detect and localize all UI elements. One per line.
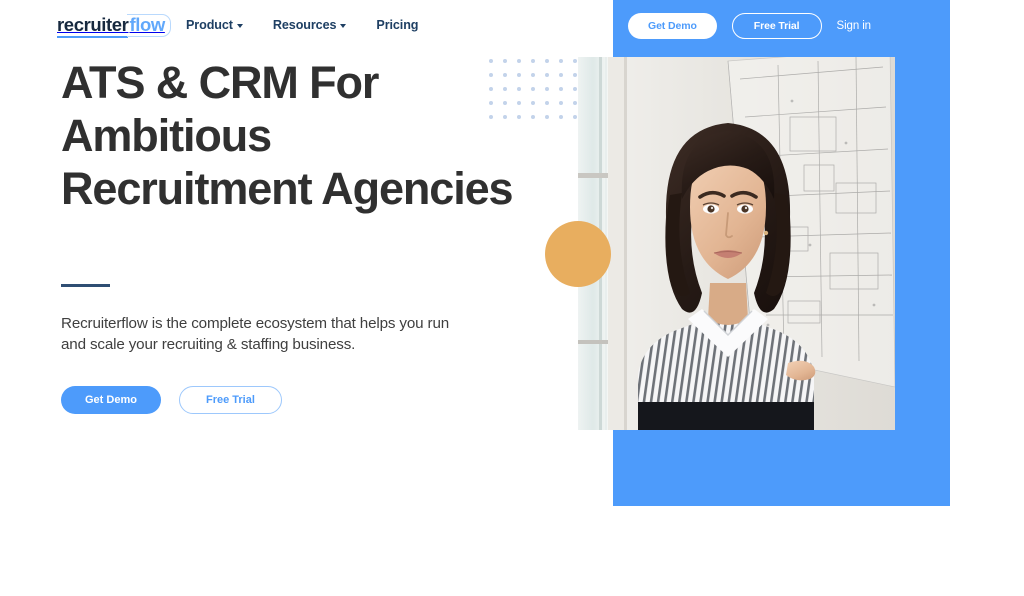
dot bbox=[530, 59, 536, 64]
hero-headline: ATS & CRM For Ambitious Recruitment Agen… bbox=[61, 57, 514, 214]
hero-free-trial-button[interactable]: Free Trial bbox=[178, 386, 282, 414]
header-get-demo-button[interactable]: Get Demo bbox=[628, 13, 717, 39]
nav-item-pricing[interactable]: Pricing bbox=[376, 18, 418, 32]
dot bbox=[544, 86, 550, 92]
dot bbox=[530, 114, 536, 120]
dot bbox=[544, 100, 550, 106]
dot bbox=[558, 86, 564, 92]
brand-logo[interactable]: recruiter flow bbox=[57, 13, 171, 38]
dot bbox=[558, 100, 564, 106]
hero-divider bbox=[61, 284, 110, 287]
dot bbox=[572, 59, 578, 64]
dot bbox=[530, 100, 536, 106]
header-actions: Get Demo Free Trial Sign in bbox=[628, 13, 871, 39]
nav-item-resources-label: Resources bbox=[272, 18, 337, 32]
sign-in-link[interactable]: Sign in bbox=[837, 20, 872, 32]
chevron-down-icon bbox=[236, 24, 243, 28]
dot bbox=[572, 86, 578, 92]
dot bbox=[558, 72, 564, 78]
brand-logo-flow: flow bbox=[127, 13, 171, 37]
brand-logo-recruiter: recruiter bbox=[57, 14, 129, 38]
dot bbox=[544, 72, 550, 78]
header-free-trial-button[interactable]: Free Trial bbox=[731, 13, 822, 39]
dot bbox=[572, 100, 578, 106]
dot bbox=[544, 59, 550, 64]
dot bbox=[530, 86, 536, 92]
nav-item-product[interactable]: Product bbox=[186, 18, 243, 32]
dot bbox=[530, 72, 536, 78]
dot bbox=[558, 59, 564, 64]
site-header: recruiter flow Product Resources Pricing … bbox=[0, 0, 1024, 52]
dot bbox=[572, 114, 578, 120]
chevron-down-icon bbox=[340, 24, 347, 28]
hero-cta-row: Get Demo Free Trial bbox=[61, 386, 521, 414]
nav-item-pricing-label: Pricing bbox=[376, 18, 419, 32]
dot bbox=[544, 114, 550, 120]
social-proof-strip: 1000+ Recruiting Agencies Trust Us Alder… bbox=[0, 525, 1024, 596]
hero-get-demo-button[interactable]: Get Demo bbox=[61, 386, 161, 414]
hero-content: ATS & CRM For Ambitious Recruitment Agen… bbox=[61, 56, 521, 414]
dot bbox=[572, 72, 578, 78]
main-navigation: Product Resources Pricing bbox=[186, 18, 419, 32]
orange-circle-decoration bbox=[545, 221, 611, 287]
nav-item-product-label: Product bbox=[186, 18, 233, 32]
page-root: recruiter flow Product Resources Pricing … bbox=[0, 0, 1024, 596]
hero-subheadline: Recruiterflow is the complete ecosystem … bbox=[61, 315, 450, 353]
dot bbox=[558, 114, 564, 120]
nav-item-resources[interactable]: Resources bbox=[273, 18, 347, 32]
hero-photo bbox=[578, 57, 895, 430]
